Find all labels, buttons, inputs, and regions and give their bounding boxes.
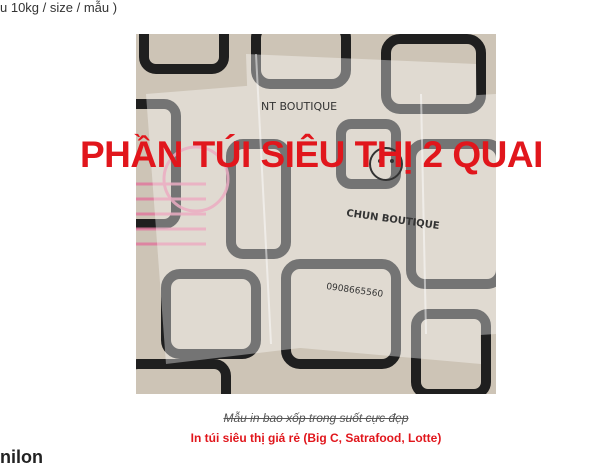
bag-photo: NT BOUTIQUE CHUN BOUTIQUE 0908665560 (136, 34, 496, 394)
bag-text-nt: NT BOUTIQUE (261, 100, 337, 113)
product-image: NT BOUTIQUE CHUN BOUTIQUE 0908665560 (136, 34, 496, 394)
caption-red: In túi siêu thị giá rẻ (Big C, Satrafood… (190, 431, 442, 445)
overlay-title: PHẦN TÚI SIÊU THỊ 2 QUAI (80, 134, 543, 175)
top-text-fragment: u 10kg / size / mẫu ) (0, 0, 118, 15)
section-heading-partial: nilon (0, 447, 43, 467)
caption-strikethrough: Mẫu in bao xốp trong suốt cực đẹp (223, 411, 409, 425)
